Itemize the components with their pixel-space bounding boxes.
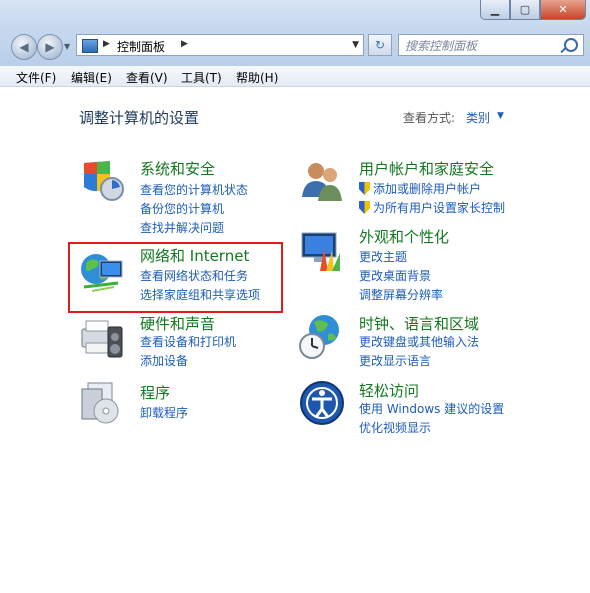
category-title[interactable]: 硬件和声音 — [140, 313, 215, 334]
network-internet-icon[interactable] — [78, 247, 126, 295]
back-arrow-icon: ◀ — [19, 40, 29, 54]
user-accounts-icon[interactable] — [298, 157, 346, 205]
category-link[interactable]: 查看网络状态和任务 — [140, 267, 248, 284]
refresh-icon: ↻ — [374, 38, 386, 52]
uac-shield-icon — [359, 182, 370, 195]
category-link[interactable]: 备份您的计算机 — [140, 200, 224, 217]
forward-button[interactable]: ▶ — [37, 34, 63, 60]
view-by-label: 查看方式: — [403, 111, 456, 125]
category-link[interactable]: 更改显示语言 — [359, 352, 431, 369]
category-link[interactable]: 更改主题 — [359, 248, 407, 265]
category-title[interactable]: 系统和安全 — [140, 158, 215, 179]
history-dropdown[interactable]: ▼ — [64, 42, 70, 51]
window-chrome: ▁ ▢ ✕ ◀ ▶ ▼ ▶ 控制面板 ▶ ▼ ↻ — [0, 0, 590, 66]
search-box[interactable] — [398, 34, 584, 56]
category-title[interactable]: 网络和 Internet — [140, 245, 249, 266]
category-link[interactable]: 更改键盘或其他输入法 — [359, 333, 479, 350]
breadcrumb-arrow-icon[interactable]: ▶ — [103, 39, 110, 49]
clock-language-region-icon[interactable] — [298, 312, 346, 360]
category-title[interactable]: 用户帐户和家庭安全 — [359, 158, 494, 179]
page-title: 调整计算机的设置 — [79, 109, 200, 127]
category-title[interactable]: 时钟、语言和区域 — [359, 313, 479, 334]
address-dropdown-icon[interactable]: ▼ — [352, 40, 359, 50]
menu-help[interactable]: 帮助(H) — [236, 69, 278, 86]
refresh-button[interactable]: ↻ — [368, 34, 392, 56]
category-link[interactable]: 卸载程序 — [140, 404, 188, 421]
hardware-sound-icon[interactable] — [78, 315, 126, 363]
category-link[interactable]: 调整屏幕分辨率 — [359, 286, 443, 303]
category-link[interactable]: 选择家庭组和共享选项 — [140, 286, 260, 303]
main-content: 调整计算机的设置 查看方式: 类别 ▼ 系统和安全 查看您的计算机状态 备份您的… — [0, 87, 590, 593]
programs-icon[interactable] — [78, 379, 126, 427]
category-link[interactable]: 查看您的计算机状态 — [140, 181, 248, 198]
minimize-button[interactable]: ▁ — [480, 0, 510, 20]
category-link[interactable]: 查找并解决问题 — [140, 219, 224, 236]
breadcrumb-control-panel[interactable]: 控制面板 — [117, 38, 165, 55]
system-security-icon[interactable] — [78, 157, 126, 205]
maximize-button[interactable]: ▢ — [510, 0, 540, 20]
back-button[interactable]: ◀ — [11, 34, 37, 60]
menu-bar: 文件(F) 编辑(E) 查看(V) 工具(T) 帮助(H) — [0, 66, 590, 87]
category-title[interactable]: 轻松访问 — [359, 380, 419, 401]
ease-of-access-icon[interactable] — [298, 379, 346, 427]
menu-file[interactable]: 文件(F) — [16, 69, 56, 86]
category-link[interactable]: 为所有用户设置家长控制 — [359, 199, 505, 216]
address-bar[interactable]: ▶ 控制面板 ▶ ▼ — [76, 34, 364, 56]
category-link[interactable]: 查看设备和打印机 — [140, 333, 236, 350]
breadcrumb-arrow-icon[interactable]: ▶ — [181, 39, 188, 49]
view-by-dropdown[interactable]: 类别 — [466, 109, 490, 126]
category-link[interactable]: 优化视频显示 — [359, 419, 431, 436]
control-panel-icon — [82, 39, 98, 53]
category-title[interactable]: 程序 — [140, 382, 170, 403]
forward-arrow-icon: ▶ — [45, 40, 55, 54]
menu-edit[interactable]: 编辑(E) — [71, 69, 112, 86]
menu-tools[interactable]: 工具(T) — [181, 69, 222, 86]
category-link[interactable]: 使用 Windows 建议的设置 — [359, 400, 504, 417]
category-link[interactable]: 添加或删除用户帐户 — [359, 180, 481, 197]
appearance-icon[interactable] — [298, 227, 346, 275]
window-controls: ▁ ▢ ✕ — [480, 0, 586, 20]
menu-view[interactable]: 查看(V) — [126, 69, 168, 86]
category-title[interactable]: 外观和个性化 — [359, 226, 449, 247]
search-input[interactable] — [403, 37, 557, 55]
uac-shield-icon — [359, 201, 370, 214]
search-icon[interactable] — [564, 38, 578, 52]
category-link[interactable]: 添加设备 — [140, 352, 188, 369]
category-link[interactable]: 更改桌面背景 — [359, 267, 431, 284]
close-button[interactable]: ✕ — [540, 0, 586, 20]
chevron-down-icon[interactable]: ▼ — [497, 111, 504, 121]
